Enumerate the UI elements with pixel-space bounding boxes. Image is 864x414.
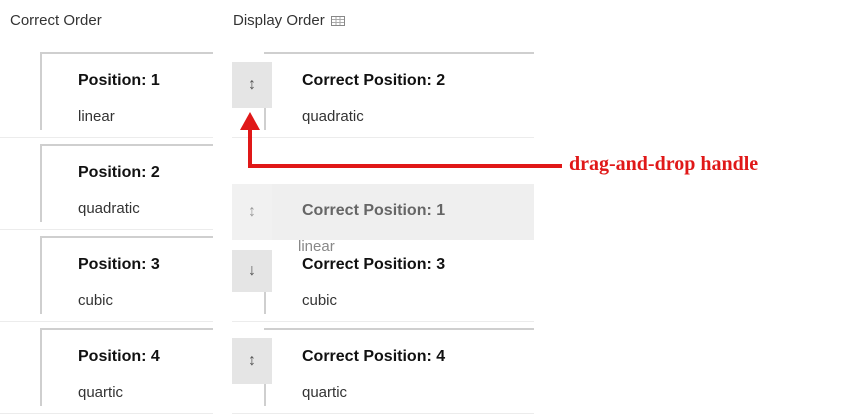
annotation-label: drag-and-drop handle xyxy=(569,153,759,175)
annotation-arrow xyxy=(240,112,562,168)
